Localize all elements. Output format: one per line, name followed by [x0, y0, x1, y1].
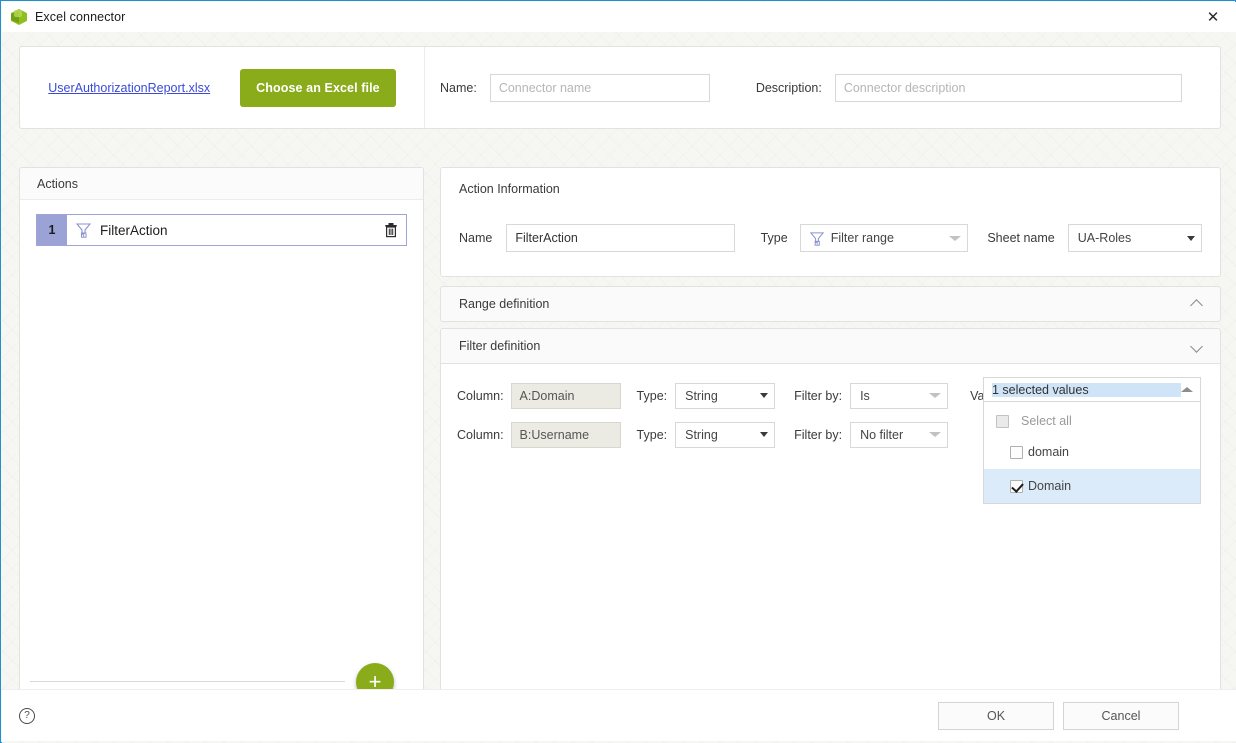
actions-list: 1 FilterAction — [20, 200, 423, 246]
action-information-row: Name FilterAction Type Filter range Shee… — [459, 224, 1202, 252]
title-bar: Excel connector ✕ — [2, 2, 1236, 32]
action-information-caption: Action Information — [459, 182, 560, 196]
filter-type-dropdown[interactable]: String — [675, 421, 776, 448]
close-icon[interactable]: ✕ — [1190, 2, 1236, 32]
window-title: Excel connector — [35, 10, 126, 24]
action-information-panel: Action Information Name FilterAction Typ… — [440, 167, 1221, 277]
value-multiselect-header[interactable]: 1 selected values — [983, 377, 1201, 402]
filter-type-dropdown[interactable]: String — [675, 382, 776, 409]
filter-by-value: Is — [860, 388, 870, 403]
action-name-input[interactable]: FilterAction — [506, 224, 735, 252]
chevron-down-icon — [760, 393, 769, 398]
connector-name-input[interactable]: Connector name — [489, 73, 710, 102]
action-index-badge: 1 — [37, 215, 67, 245]
question-mark-icon[interactable]: ? — [19, 707, 35, 724]
filter-by-dropdown[interactable]: Is — [850, 382, 949, 409]
dialog-content: UserAuthorizationReport.xlsx Choose an E… — [2, 32, 1236, 743]
action-name-label: Name — [459, 231, 493, 245]
filter-column-value: A:Domain — [510, 382, 621, 409]
filter-type-label: Type: — [636, 388, 668, 403]
action-type-dropdown[interactable]: Filter range — [799, 224, 969, 252]
filter-type-value: String — [685, 388, 718, 403]
dialog-footer: ? OK Cancel — [2, 689, 1236, 741]
filter-by-dropdown[interactable]: No filter — [850, 421, 949, 448]
selected-file-link[interactable]: UserAuthorizationReport.xlsx — [48, 81, 210, 95]
value-option[interactable]: domain — [984, 435, 1200, 469]
sheet-name-label: Sheet name — [987, 231, 1055, 245]
select-all-option[interactable]: Select all — [984, 407, 1200, 435]
value-multiselect-dropdown[interactable]: 1 selected values Select all domain Doma… — [983, 377, 1201, 504]
checkbox-checked-icon[interactable] — [1010, 479, 1023, 493]
chevron-up-icon[interactable] — [1191, 300, 1204, 309]
value-multiselect-list: Select all domain Domain — [983, 402, 1201, 504]
range-definition-section[interactable]: Range definition — [440, 286, 1221, 322]
choose-excel-file-button[interactable]: Choose an Excel file — [240, 68, 396, 107]
filter-definition-title: Filter definition — [459, 339, 541, 353]
file-selection-zone: UserAuthorizationReport.xlsx Choose an E… — [20, 47, 425, 128]
range-definition-title: Range definition — [459, 297, 550, 311]
filter-definition-section[interactable]: Filter definition — [440, 328, 1221, 364]
connector-name-label: Name: — [440, 80, 477, 95]
chevron-down-icon — [929, 393, 942, 398]
action-type-label: Type — [760, 231, 788, 245]
connector-meta-zone: Name: Connector name Description: Connec… — [425, 47, 1220, 128]
value-option[interactable]: Domain — [984, 469, 1200, 503]
connector-description-input[interactable]: Connector description — [834, 73, 1182, 102]
action-item-label: FilterAction — [100, 222, 168, 238]
actions-panel-header: Actions — [20, 168, 423, 200]
action-type-value: Filter range — [830, 231, 894, 245]
filter-icon — [809, 231, 824, 246]
filter-by-label: Filter by: — [794, 388, 843, 403]
excel-connector-dialog: Excel connector ✕ UserAuthorizationRepor… — [0, 0, 1236, 743]
action-item-body[interactable]: FilterAction — [67, 215, 406, 245]
actions-panel: Actions 1 FilterAction + — [19, 167, 424, 710]
chevron-up-icon[interactable] — [1181, 387, 1193, 392]
filter-by-value: No filter — [860, 427, 904, 442]
filter-column-label: Column: — [457, 427, 504, 442]
filter-by-label: Filter by: — [794, 427, 843, 442]
value-option-label: Domain — [1028, 479, 1072, 493]
filter-type-value: String — [685, 427, 718, 442]
filter-column-value: B:Username — [510, 421, 621, 448]
filter-column-label: Column: — [457, 388, 504, 403]
cancel-button[interactable]: Cancel — [1063, 701, 1179, 730]
value-multiselect-summary: 1 selected values — [992, 382, 1181, 397]
chevron-down-icon — [1186, 235, 1195, 241]
sheet-name-value: UA-Roles — [1077, 231, 1132, 245]
connector-topbar: UserAuthorizationReport.xlsx Choose an E… — [19, 46, 1221, 129]
select-all-label: Select all — [1021, 414, 1072, 428]
connector-description-label: Description: — [755, 80, 822, 95]
filter-type-label: Type: — [636, 427, 668, 442]
trash-icon[interactable] — [384, 222, 398, 238]
divider — [30, 681, 345, 682]
hexagon-green-icon — [11, 9, 27, 25]
chevron-down-icon — [949, 235, 962, 241]
chevron-down-icon — [929, 432, 942, 437]
checkbox-icon[interactable] — [996, 414, 1009, 428]
filter-icon — [76, 222, 91, 238]
value-option-label: domain — [1028, 445, 1069, 459]
sheet-name-dropdown[interactable]: UA-Roles — [1067, 224, 1202, 252]
action-list-item[interactable]: 1 FilterAction — [36, 214, 407, 246]
ok-button[interactable]: OK — [938, 701, 1054, 730]
checkbox-icon[interactable] — [1010, 445, 1023, 459]
chevron-down-icon[interactable] — [1191, 342, 1204, 351]
chevron-down-icon — [760, 432, 769, 437]
